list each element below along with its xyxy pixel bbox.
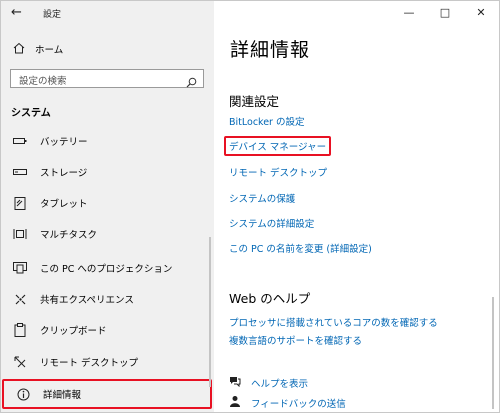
sidebar-item-multitask[interactable]: マルチタスク	[1, 219, 214, 249]
sidebar-item-label: タブレット	[40, 199, 88, 210]
sidebar-item-clipboard[interactable]: クリップボード	[1, 315, 214, 345]
related-settings-heading: 関連設定	[229, 94, 280, 109]
system-protection-link[interactable]: システムの保護	[229, 191, 295, 205]
close-button[interactable]: ✕	[463, 1, 499, 23]
help-chat-icon	[229, 375, 241, 390]
sidebar-item-tablet[interactable]: タブレット	[1, 188, 214, 218]
settings-window: ← 設定 ホーム 設定の検索 システム バッテリー ストレージ タブレット マル…	[0, 0, 500, 413]
search-input[interactable]: 設定の検索	[10, 69, 204, 88]
back-button[interactable]: ←	[11, 5, 29, 21]
multitask-icon	[12, 226, 28, 242]
sidebar-item-label: 詳細情報	[43, 390, 82, 401]
minimize-button[interactable]: —	[391, 1, 427, 23]
sidebar-scrollbar[interactable]	[209, 237, 211, 387]
sidebar-item-battery[interactable]: バッテリー	[1, 126, 214, 156]
page-title: 詳細情報	[230, 39, 311, 61]
sidebar-item-label: 共有エクスペリエンス	[40, 295, 134, 306]
processor-cores-link[interactable]: プロセッサに搭載されているコアの数を確認する	[229, 315, 438, 329]
section-title: システム	[11, 108, 51, 119]
search-placeholder: 設定の検索	[19, 76, 67, 87]
sidebar-item-label: ストレージ	[40, 168, 88, 179]
advanced-system-settings-link[interactable]: システムの詳細設定	[229, 216, 314, 230]
shared-experience-icon	[12, 291, 28, 307]
search-icon[interactable]	[186, 73, 197, 88]
projection-icon	[12, 260, 28, 276]
remote-desktop-icon	[12, 354, 28, 370]
tablet-icon	[12, 195, 28, 211]
send-feedback-link[interactable]: フィードバックの送信	[229, 395, 346, 410]
sidebar-item-shared-experience[interactable]: 共有エクスペリエンス	[1, 284, 214, 314]
feedback-icon	[229, 395, 241, 410]
language-support-link[interactable]: 複数言語のサポートを確認する	[229, 333, 362, 347]
sidebar-item-label: この PC へのプロジェクション	[40, 264, 173, 275]
home-icon	[13, 42, 25, 57]
sidebar-item-label: マルチタスク	[40, 230, 98, 241]
main-content: — □ ✕ 詳細情報 関連設定 BitLocker の設定 デバイス マネージャ…	[214, 1, 499, 412]
sidebar-item-remote-desktop[interactable]: リモート デスクトップ	[1, 347, 214, 377]
sidebar-item-storage[interactable]: ストレージ	[1, 157, 214, 187]
get-help-link[interactable]: ヘルプを表示	[229, 375, 308, 390]
rename-pc-advanced-link[interactable]: この PC の名前を変更 (詳細設定)	[229, 241, 372, 255]
app-title: 設定	[43, 10, 62, 20]
home-label: ホーム	[35, 45, 64, 56]
device-manager-link[interactable]: デバイス マネージャー	[224, 136, 332, 156]
sidebar-item-projection[interactable]: この PC へのプロジェクション	[1, 253, 214, 283]
sidebar-item-about[interactable]: 詳細情報	[2, 379, 212, 409]
sidebar: ← 設定 ホーム 設定の検索 システム バッテリー ストレージ タブレット マル…	[1, 1, 214, 412]
web-help-heading: Web のヘルプ	[229, 291, 311, 306]
sidebar-item-label: クリップボード	[40, 326, 107, 337]
home-nav[interactable]: ホーム	[13, 41, 63, 57]
clipboard-icon	[12, 322, 28, 338]
window-controls: — □ ✕	[391, 1, 499, 23]
sidebar-item-label: リモート デスクトップ	[40, 358, 139, 369]
bitlocker-settings-link[interactable]: BitLocker の設定	[229, 114, 304, 128]
remote-desktop-link[interactable]: リモート デスクトップ	[229, 165, 327, 179]
battery-icon	[12, 133, 28, 149]
storage-icon	[12, 164, 28, 180]
info-icon	[15, 386, 31, 402]
send-feedback-label: フィードバックの送信	[251, 398, 346, 410]
sidebar-item-label: バッテリー	[40, 137, 88, 148]
get-help-label: ヘルプを表示	[251, 378, 309, 390]
main-scrollbar[interactable]	[492, 297, 494, 409]
maximize-button[interactable]: □	[427, 1, 463, 23]
